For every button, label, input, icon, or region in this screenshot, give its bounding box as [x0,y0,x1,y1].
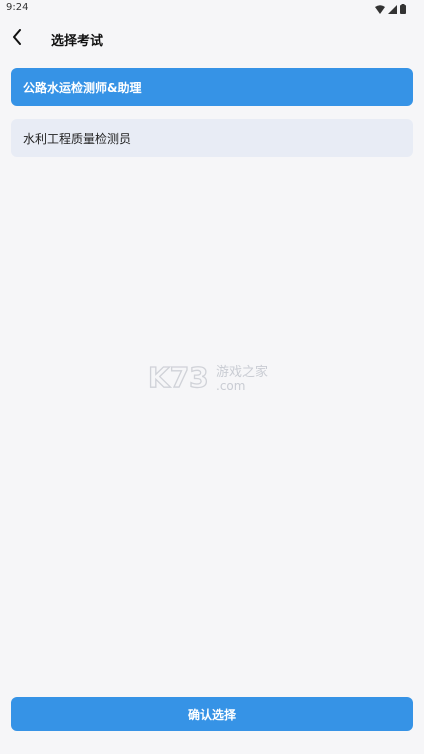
battery-icon [400,4,406,14]
page-title: 选择考试 [51,34,104,49]
svg-text:游戏之家: 游戏之家 [216,364,268,380]
status-time: 9:24 [6,2,29,13]
chevron-left-icon [13,29,21,45]
confirm-button-label: 确认选择 [187,707,236,722]
k73-watermark-logo: K73 游戏之家 .com [148,360,268,394]
status-icons [375,3,406,15]
exam-option-label: 水利工程质量检测员 [23,131,132,146]
svg-text:.com: .com [216,379,245,393]
exam-option-highway[interactable]: 公路水运检测师&助理 [11,68,413,106]
exam-option-water-conservancy[interactable]: 水利工程质量检测员 [11,119,413,157]
status-bar: 9:24 [0,0,424,18]
wifi-icon [375,4,385,14]
svg-text:K73: K73 [148,361,209,394]
confirm-button[interactable]: 确认选择 [11,697,413,731]
signal-icon [388,4,397,14]
back-button[interactable] [6,25,28,49]
exam-option-label: 公路水运检测师&助理 [23,80,142,95]
app-bar: 选择考试 [0,18,424,58]
